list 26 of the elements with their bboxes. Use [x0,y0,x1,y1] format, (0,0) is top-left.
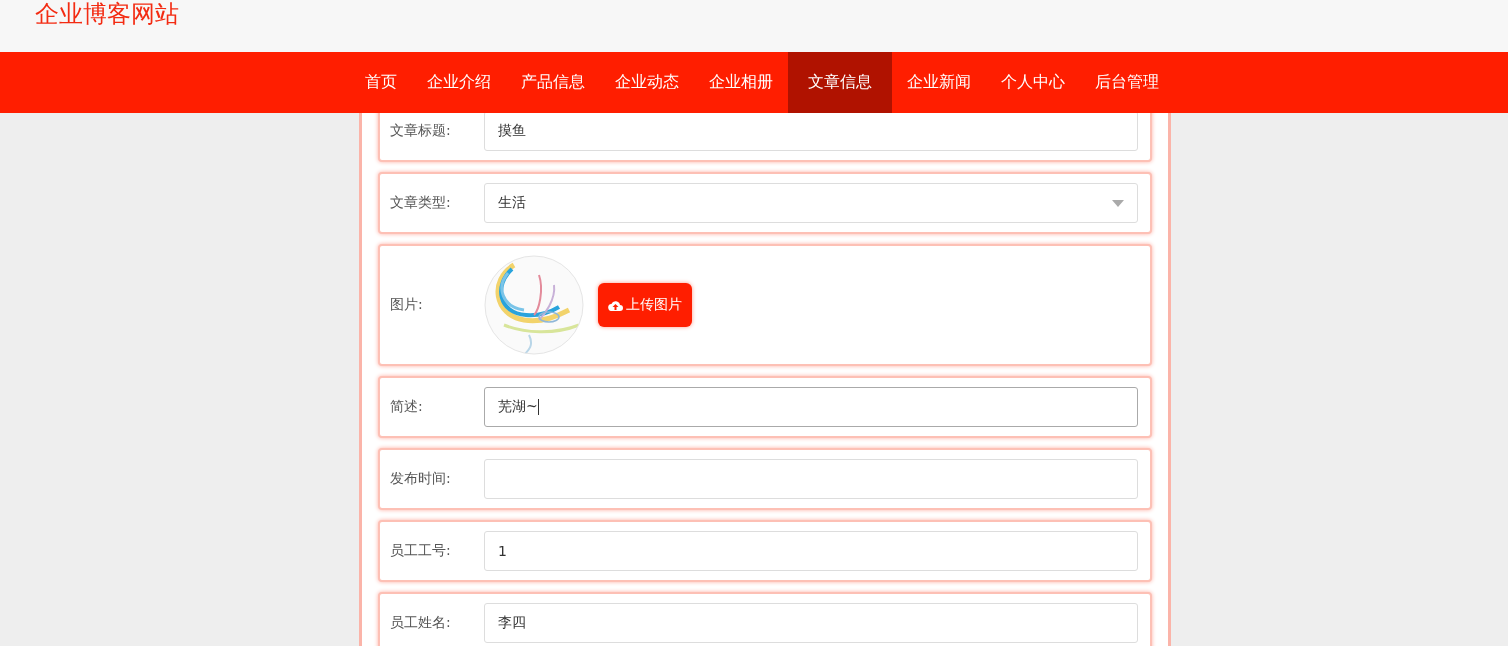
nav-item[interactable]: 产品信息 [506,52,600,113]
site-title: 企业博客网站 [35,0,179,28]
input-field[interactable]: 李四 [484,603,1138,643]
nav-item[interactable]: 个人中心 [986,52,1080,113]
field-label: 发布时间: [390,470,452,488]
field-label: 文章标题: [390,122,452,140]
field-label: 员工姓名: [390,614,452,632]
upload-button[interactable]: 上传图片 [598,283,692,327]
field-label: 简述: [390,398,424,416]
input-field[interactable] [484,459,1138,499]
input-field[interactable]: 芜湖~ [484,387,1138,427]
cloud-upload-icon [608,299,623,311]
field-label: 文章类型: [390,194,452,212]
field-label: 员工工号: [390,542,452,560]
select-field[interactable]: 生活 [484,183,1138,223]
nav-item[interactable]: 企业相册 [694,52,788,113]
nav-item[interactable]: 首页 [350,52,412,113]
input-field[interactable]: 摸鱼 [484,113,1138,151]
nav-item[interactable]: 企业动态 [600,52,694,113]
nav-item[interactable]: 企业介绍 [412,52,506,113]
nav-item[interactable]: 企业新闻 [892,52,986,113]
dropdown-arrow-icon [1112,199,1124,207]
input-field[interactable]: 1 [484,531,1138,571]
nav-item[interactable]: 后台管理 [1080,52,1174,113]
field-label: 图片: [390,296,424,314]
nav-item[interactable]: 文章信息 [788,52,892,113]
